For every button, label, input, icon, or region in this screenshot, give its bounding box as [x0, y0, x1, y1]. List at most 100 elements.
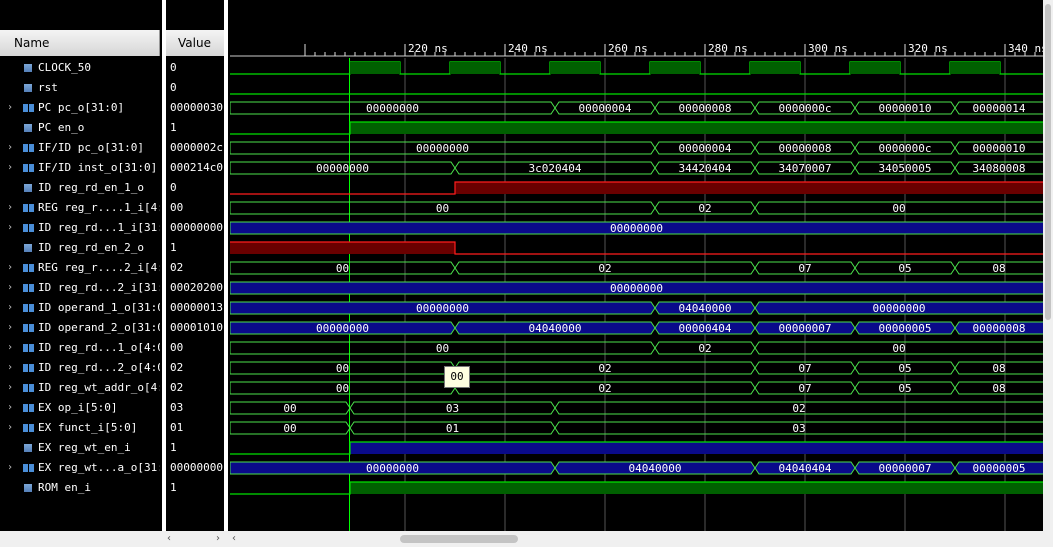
waveform-trace[interactable]	[230, 241, 1043, 255]
bus-value-label: 02	[598, 362, 611, 375]
waveform-vertical-scrollbar[interactable]	[1043, 0, 1053, 531]
bus-value-label: 04040404	[779, 462, 832, 475]
name-value-splitter[interactable]	[162, 0, 166, 547]
bus-value-label: 00000000	[610, 222, 663, 235]
bus-value-label: 00	[892, 342, 905, 355]
waveform-trace[interactable]: 00000000 00000004 00000008 0000000c 00000010…	[230, 101, 1043, 115]
signal-row[interactable]: EX reg_wt_en_i	[0, 438, 160, 458]
waveform-canvas[interactable]: 220 ns 240 ns 260 ns 280 ns 300 ns 320 ns 340 …	[230, 0, 1043, 531]
vertical-scroll-thumb[interactable]	[1045, 4, 1051, 320]
name-column-header[interactable]: Name	[0, 30, 160, 56]
signal-row[interactable]: › IF/ID pc_o[31:0]	[0, 138, 160, 158]
signal-row[interactable]: › ID reg_rd...2_o[4:0]	[0, 358, 160, 378]
signal-name: ROM en_i	[38, 481, 91, 494]
signal-row[interactable]: › EX op_i[5:0]	[0, 398, 160, 418]
value-column-header[interactable]: Value	[166, 30, 224, 56]
signal-row[interactable]: ID reg_rd_en_2_o	[0, 238, 160, 258]
waveform-trace[interactable]: 00000000	[230, 221, 1043, 235]
waveform-trace[interactable]: 00000000 04040000 00000000	[230, 301, 1043, 315]
signal-name: REG reg_r....2_i[4:0]	[38, 261, 160, 274]
expand-chevron-icon[interactable]: ›	[7, 218, 13, 238]
signal-value: 02	[170, 381, 184, 394]
signal-row[interactable]: ROM en_i	[0, 478, 160, 498]
waveform-trace[interactable]: 00000000 3c020404 34420404 34070007 34050005…	[230, 161, 1043, 175]
horizontal-scroll-thumb[interactable]	[400, 535, 518, 543]
waveform-trace[interactable]: 00 02 00	[230, 341, 1043, 355]
signal-row[interactable]: › PC pc_o[31:0]	[0, 98, 160, 118]
waveform-trace[interactable]: 00000000 00000004 00000008 0000000c 00000010	[230, 141, 1043, 155]
signal-row[interactable]: rst	[0, 78, 160, 98]
signal-row[interactable]: › REG reg_r....2_i[4:0]	[0, 258, 160, 278]
signal-value: 00000000	[170, 221, 223, 234]
bus-signal-icon	[23, 204, 34, 212]
signal-value: 02	[170, 261, 184, 274]
signal-value: 1	[170, 441, 177, 454]
value-scroll-right-arrow-icon[interactable]: ›	[216, 532, 220, 546]
waveform-trace[interactable]	[230, 441, 1043, 455]
bus-value-label: 02	[698, 202, 711, 215]
expand-chevron-icon[interactable]: ›	[7, 198, 13, 218]
bus-value-label: 34070007	[779, 162, 832, 175]
signal-name: EX op_i[5:0]	[38, 401, 118, 414]
waveform-trace[interactable]: 00000000 04040000 04040404 00000007 00000005	[230, 461, 1043, 475]
expand-chevron-icon[interactable]: ›	[7, 298, 13, 318]
expand-chevron-icon[interactable]: ›	[7, 358, 13, 378]
bus-signal-icon	[23, 464, 34, 472]
waveform-trace[interactable]: 00000000	[230, 281, 1043, 295]
bus-value-label: 34080008	[973, 162, 1026, 175]
expand-chevron-icon[interactable]: ›	[7, 158, 13, 178]
signal-name: ID reg_rd...2_i[31:0]	[38, 281, 160, 294]
signal-row[interactable]: › EX funct_i[5:0]	[0, 418, 160, 438]
bus-value-label: 02	[598, 262, 611, 275]
value-scroll-left-arrow-icon[interactable]: ‹	[167, 532, 171, 546]
signal-row[interactable]: › EX reg_wt...a_o[31:0]	[0, 458, 160, 478]
waveform-trace[interactable]	[230, 181, 1043, 195]
bus-value-label: 08	[992, 382, 1005, 395]
expand-chevron-icon[interactable]: ›	[7, 378, 13, 398]
timeline-tick-label: 260 ns	[608, 42, 648, 55]
expand-chevron-icon[interactable]: ›	[7, 278, 13, 298]
expand-chevron-icon[interactable]: ›	[7, 138, 13, 158]
bus-value-label: 00000000	[366, 102, 419, 115]
wave-scroll-left-arrow-icon[interactable]: ‹	[232, 532, 236, 546]
waveform-trace[interactable]: 00 01 03	[230, 421, 1043, 435]
signal-value: 000214c0	[170, 161, 223, 174]
expand-chevron-icon[interactable]: ›	[7, 98, 13, 118]
bus-value-label: 00	[892, 202, 905, 215]
bus-value-label: 00	[436, 202, 449, 215]
waveform-trace[interactable]: 00 02 07 05 08	[230, 381, 1043, 395]
signal-value: 0000002c	[170, 141, 223, 154]
signal-row[interactable]: › IF/ID inst_o[31:0]	[0, 158, 160, 178]
horizontal-scrollbar[interactable]: ‹ › ‹	[0, 531, 1053, 547]
waveform-trace[interactable]: 00 03 02	[230, 401, 1043, 415]
expand-chevron-icon[interactable]: ›	[7, 398, 13, 418]
expand-chevron-icon[interactable]: ›	[7, 318, 13, 338]
signal-row[interactable]: PC en_o	[0, 118, 160, 138]
signal-row[interactable]: › ID reg_rd...2_i[31:0]	[0, 278, 160, 298]
signal-row[interactable]: › ID reg_wt_addr_o[4:0]	[0, 378, 160, 398]
signal-name: ID operand_1_o[31:0]	[38, 301, 160, 314]
signal-row[interactable]: › ID reg_rd...1_i[31:0]	[0, 218, 160, 238]
signal-row[interactable]: › ID reg_rd...1_o[4:0]	[0, 338, 160, 358]
waveform-trace[interactable]: 00 02 07 05 08	[230, 261, 1043, 275]
signal-row[interactable]: › ID operand_2_o[31:0]	[0, 318, 160, 338]
waveform-trace[interactable]: 00 02 00	[230, 201, 1043, 215]
expand-chevron-icon[interactable]: ›	[7, 418, 13, 438]
waveform-trace[interactable]	[230, 121, 1043, 135]
signal-name: PC en_o	[38, 121, 85, 134]
waveform-trace[interactable]: 00000000 04040000 00000404 00000007 00000005…	[230, 321, 1043, 335]
bus-value-label: 00000000	[610, 282, 663, 295]
bus-value-label: 00000014	[973, 102, 1026, 115]
signal-row[interactable]: › REG reg_r....1_i[4:0]	[0, 198, 160, 218]
waveform-trace[interactable]	[230, 61, 1043, 75]
bus-signal-icon	[23, 104, 34, 112]
signal-row[interactable]: CLOCK_50	[0, 58, 160, 78]
expand-chevron-icon[interactable]: ›	[7, 458, 13, 478]
timeline-tick-label: 320 ns	[908, 42, 948, 55]
signal-row[interactable]: › ID operand_1_o[31:0]	[0, 298, 160, 318]
expand-chevron-icon[interactable]: ›	[7, 258, 13, 278]
waveform-trace[interactable]	[230, 481, 1043, 495]
signal-row[interactable]: ID reg_rd_en_1_o	[0, 178, 160, 198]
waveform-trace[interactable]: 00 02 07 05 08	[230, 361, 1043, 375]
expand-chevron-icon[interactable]: ›	[7, 338, 13, 358]
